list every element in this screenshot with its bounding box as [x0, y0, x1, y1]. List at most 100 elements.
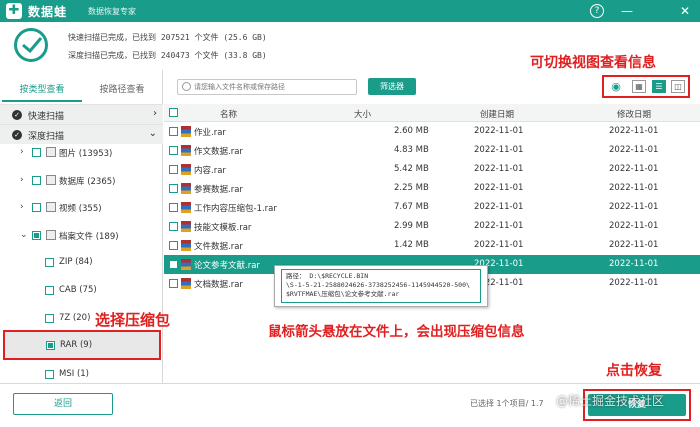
detail-view-icon[interactable]: ◫: [671, 80, 685, 93]
file-modified: 2022-11-01: [609, 183, 659, 193]
file-modified: 2022-11-01: [609, 240, 659, 250]
checkbox-partial[interactable]: [46, 341, 55, 350]
rar-file-icon: [181, 240, 191, 251]
tree-label: CAB (75): [59, 285, 97, 295]
back-button[interactable]: 返回: [13, 393, 113, 415]
file-created: 2022-11-01: [474, 240, 524, 250]
chevron-right-icon[interactable]: ›: [20, 202, 24, 212]
quick-scan-result: 快速扫描已完成，已找到 207521 个文件 (25.6 GB): [68, 33, 267, 42]
checkbox[interactable]: [32, 148, 41, 157]
file-size: 2.25 MB: [394, 183, 429, 193]
checkbox[interactable]: [169, 203, 178, 212]
select-all-checkbox[interactable]: [169, 108, 178, 117]
file-name: 内容.rar: [194, 166, 226, 176]
tree-item-zip[interactable]: ZIP (84): [0, 250, 160, 276]
file-created: 2022-11-01: [474, 126, 524, 136]
archive-icon: [46, 230, 56, 240]
file-modified: 2022-11-01: [609, 202, 659, 212]
table-header: 名称 大小 创建日期 修改日期: [164, 104, 700, 122]
checkbox-partial[interactable]: [32, 231, 41, 240]
table-row[interactable]: 作文数据.rar 4.83 MB 2022-11-01 2022-11-01: [164, 141, 700, 160]
col-modified[interactable]: 修改日期: [617, 108, 651, 120]
checkbox[interactable]: [169, 279, 178, 288]
file-toolbar: 筛选器 ◉ ▦ ☰ ◫: [164, 70, 700, 104]
checkbox[interactable]: [45, 286, 54, 295]
chevron-right-icon[interactable]: ›: [20, 175, 24, 185]
table-row[interactable]: 工作内容压缩包-1.rar 7.67 MB 2022-11-01 2022-11…: [164, 198, 700, 217]
checkbox[interactable]: [32, 176, 41, 185]
file-size: 2.99 MB: [394, 221, 429, 231]
table-row[interactable]: 内容.rar 5.42 MB 2022-11-01 2022-11-01: [164, 160, 700, 179]
table-row[interactable]: 作业.rar 2.60 MB 2022-11-01 2022-11-01: [164, 122, 700, 141]
file-name: 参赛数据.rar: [194, 185, 243, 195]
col-name[interactable]: 名称: [220, 108, 237, 120]
view-tabs: 按类型查看 按路径查看: [0, 80, 163, 102]
help-icon[interactable]: ?: [590, 4, 604, 18]
minimize-button[interactable]: —: [618, 2, 636, 20]
checkbox-checked[interactable]: [169, 260, 178, 269]
checkbox[interactable]: [169, 146, 178, 155]
tree-item-cab[interactable]: CAB (75): [0, 278, 160, 304]
filter-button[interactable]: 筛选器: [368, 78, 416, 95]
tree-label: 档案文件 (189): [59, 232, 119, 242]
checkbox[interactable]: [169, 222, 178, 231]
file-name: 论文参考文献.rar: [194, 261, 260, 271]
file-size: 4.83 MB: [394, 145, 429, 155]
checkbox[interactable]: [32, 203, 41, 212]
watermark: @稀土掘金技术社区: [556, 394, 665, 408]
tree-item-rar[interactable]: RAR (9): [3, 330, 161, 360]
list-view-icon[interactable]: ☰: [652, 80, 666, 93]
col-size[interactable]: 大小: [354, 108, 371, 120]
table-row[interactable]: 技能文模板.rar 2.99 MB 2022-11-01 2022-11-01: [164, 217, 700, 236]
quick-scan-row[interactable]: ✓ 快速扫描 ›: [0, 104, 163, 124]
search-box[interactable]: [177, 79, 357, 95]
checkbox[interactable]: [45, 370, 54, 379]
checkbox[interactable]: [169, 165, 178, 174]
eye-preview-icon[interactable]: ◉: [608, 80, 624, 93]
chevron-right-icon[interactable]: ›: [20, 147, 24, 157]
file-modified: 2022-11-01: [609, 145, 659, 155]
file-modified: 2022-11-01: [609, 126, 659, 136]
file-path-tooltip: 路径： D:\$RECYCLE.BIN \S-1-5-21-2588024626…: [274, 265, 488, 307]
app-logo-icon: ✚: [6, 3, 22, 19]
database-icon: [46, 175, 56, 185]
tree-item-images[interactable]: › 图片 (13953): [0, 140, 160, 166]
checkmark-icon: ✓: [12, 110, 22, 120]
close-button[interactable]: ✕: [676, 2, 694, 20]
search-input[interactable]: [194, 81, 352, 93]
file-name: 技能文模板.rar: [194, 223, 252, 233]
file-modified: 2022-11-01: [609, 221, 659, 231]
checkbox[interactable]: [169, 127, 178, 136]
file-name: 文档数据.rar: [194, 280, 243, 290]
rar-file-icon: [181, 202, 191, 213]
tooltip-path-line: 路径： D:\$RECYCLE.BIN: [286, 272, 369, 280]
check-complete-icon: [14, 28, 48, 62]
table-row[interactable]: 文件数据.rar 1.42 MB 2022-11-01 2022-11-01: [164, 236, 700, 255]
file-size: 7.67 MB: [394, 202, 429, 212]
chevron-down-icon[interactable]: ⌄: [149, 128, 157, 139]
col-created[interactable]: 创建日期: [480, 108, 514, 120]
table-row[interactable]: 参赛数据.rar 2.25 MB 2022-11-01 2022-11-01: [164, 179, 700, 198]
tree-item-video[interactable]: › 视频 (355): [0, 195, 160, 221]
quick-scan-label: 快速扫描: [28, 112, 65, 122]
tree-item-archives[interactable]: ⌄ 档案文件 (189): [0, 223, 160, 249]
tab-by-path[interactable]: 按路径查看: [82, 80, 162, 102]
title-bar: ✚ 数据蛙 数据恢复专家 ? — ✕: [0, 0, 700, 22]
checkbox[interactable]: [169, 184, 178, 193]
tree-label: 视频 (355): [59, 204, 102, 214]
tab-by-type[interactable]: 按类型查看: [2, 80, 82, 102]
selection-status: 已选择 1个项目/ 1.7: [470, 399, 544, 408]
tooltip-path-line: $RVTFMAE\压缩包\论文参考文献.rar: [286, 290, 400, 298]
chevron-right-icon[interactable]: ›: [153, 108, 157, 119]
checkbox[interactable]: [45, 314, 54, 323]
file-modified: 2022-11-01: [609, 259, 659, 269]
checkbox[interactable]: [169, 241, 178, 250]
file-created: 2022-11-01: [474, 221, 524, 231]
checkbox[interactable]: [45, 258, 54, 267]
file-modified: 2022-11-01: [609, 164, 659, 174]
video-icon: [46, 202, 56, 212]
grid-view-icon[interactable]: ▦: [632, 80, 646, 93]
chevron-down-icon[interactable]: ⌄: [20, 230, 28, 240]
tree-item-database[interactable]: › 数据库 (2365): [0, 168, 160, 194]
app-subtitle: 数据恢复专家: [88, 7, 136, 16]
